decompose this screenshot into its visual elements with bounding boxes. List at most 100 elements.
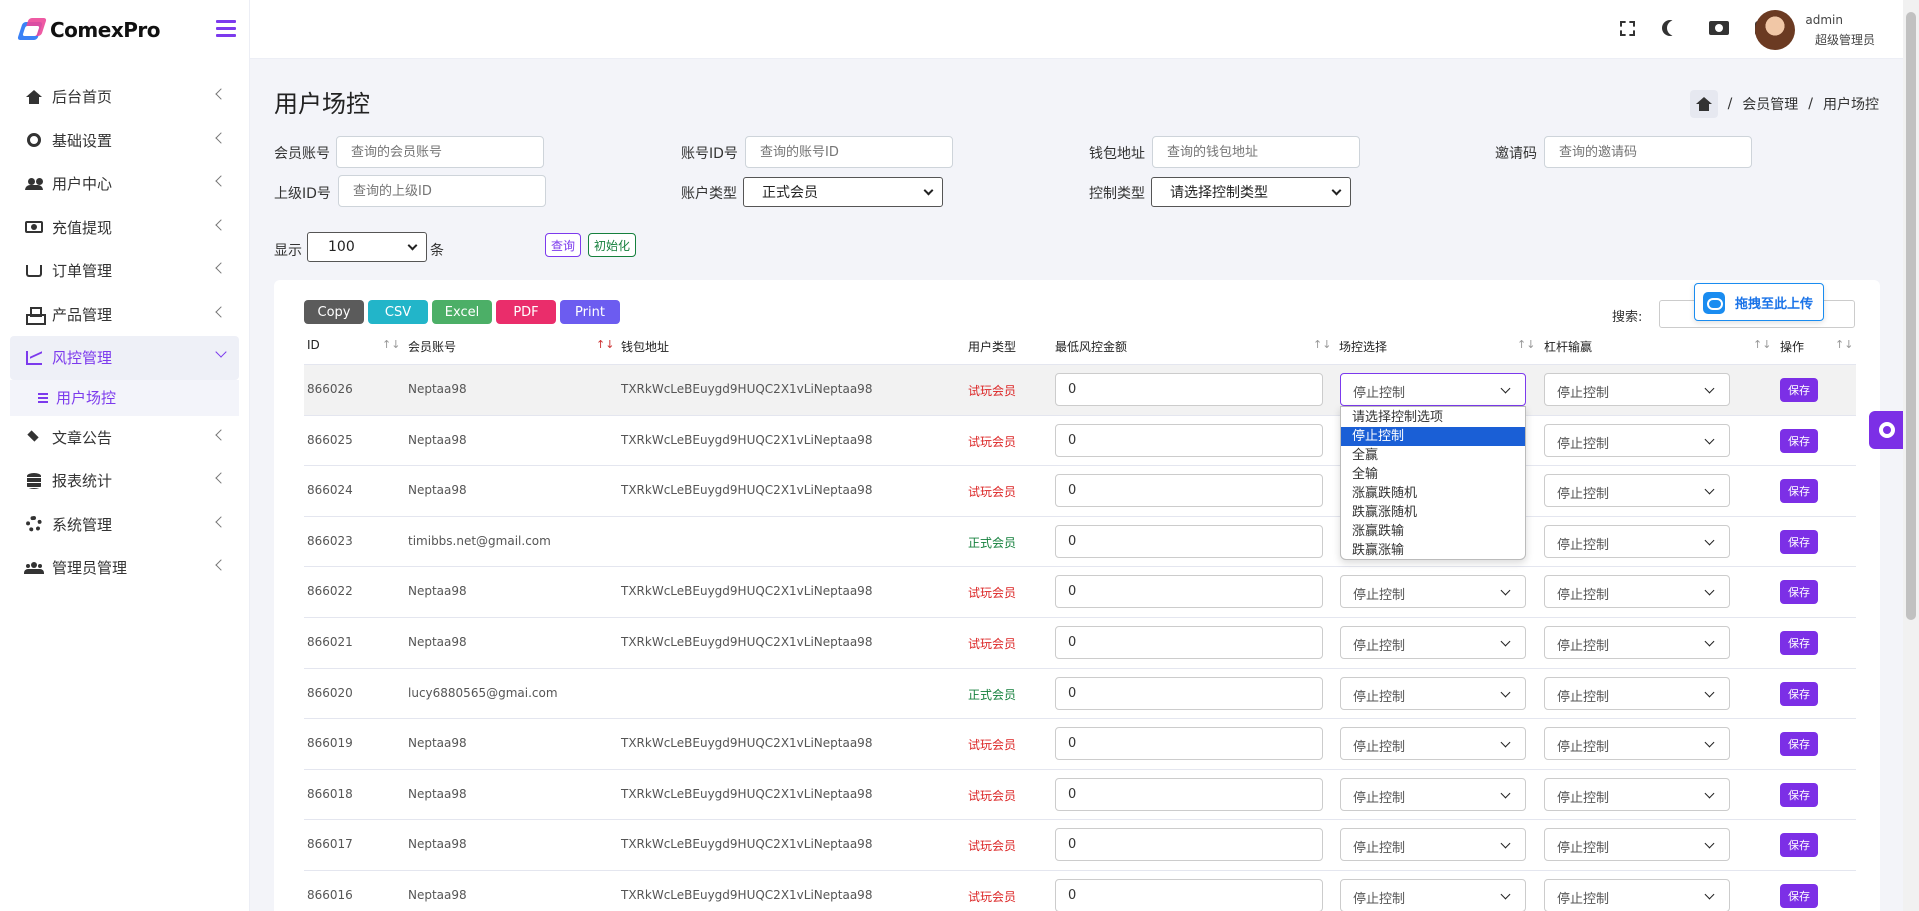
leverage-select[interactable]: 停止控制 — [1544, 828, 1730, 862]
control-select[interactable]: 停止控制 — [1340, 373, 1526, 406]
sidebar-item-articles[interactable]: 文章公告 — [0, 416, 249, 460]
min-amount-input[interactable]: 0 — [1055, 575, 1323, 609]
dropdown-option[interactable]: 跌赢涨随机 — [1341, 503, 1525, 522]
control-select[interactable]: 停止控制 — [1340, 727, 1526, 761]
control-select[interactable]: 停止控制 — [1340, 575, 1526, 609]
sidebar-item-user-center[interactable]: 用户中心 — [0, 162, 249, 206]
reset-button[interactable]: 初始化 — [588, 233, 637, 257]
save-button[interactable]: 保存 — [1780, 884, 1818, 908]
save-button[interactable]: 保存 — [1780, 681, 1818, 706]
sidebar-subitem-user-control[interactable]: 用户场控 — [10, 379, 239, 416]
min-amount-input[interactable]: 0 — [1055, 524, 1323, 558]
column-header-leverage[interactable]: 杠杆输赢 — [1544, 338, 1592, 355]
leverage-select[interactable]: 停止控制 — [1544, 879, 1730, 911]
account-id-input[interactable] — [745, 136, 953, 168]
upload-button[interactable]: 拖拽至此上传 — [1694, 283, 1824, 321]
member-account-input[interactable] — [336, 136, 544, 168]
control-type-select[interactable]: 请选择控制类型 — [1151, 177, 1351, 207]
leverage-select[interactable]: 停止控制 — [1544, 373, 1730, 406]
column-header-control[interactable]: 场控选择 — [1339, 338, 1387, 355]
column-header-id[interactable]: ID — [307, 338, 320, 352]
leverage-select[interactable]: 停止控制 — [1544, 524, 1730, 558]
page-size-select[interactable]: 100 — [307, 232, 427, 262]
save-button[interactable]: 保存 — [1780, 428, 1818, 453]
leverage-select[interactable]: 停止控制 — [1544, 626, 1730, 659]
sidebar-item-dashboard[interactable]: 后台首页 — [0, 75, 249, 119]
min-amount-input[interactable]: 0 — [1055, 676, 1323, 710]
control-select[interactable]: 停止控制 — [1340, 676, 1526, 710]
save-button[interactable]: 保存 — [1780, 529, 1818, 554]
dropdown-option-selected[interactable]: 停止控制 — [1341, 427, 1525, 446]
min-amount-input[interactable]: 0 — [1055, 626, 1323, 659]
settings-button[interactable] — [1869, 411, 1905, 449]
wallet-input[interactable] — [1152, 136, 1360, 168]
min-amount-input[interactable]: 0 — [1055, 879, 1323, 911]
dark-mode-icon[interactable] — [1667, 20, 1683, 36]
scrollbar-thumb[interactable] — [1906, 12, 1916, 620]
dropdown-option[interactable]: 全赢 — [1341, 446, 1525, 465]
column-header-min-amount[interactable]: 最低风控金额 — [1055, 338, 1127, 355]
leverage-select[interactable]: 停止控制 — [1544, 575, 1730, 609]
sort-icon[interactable]: ↑↓ — [1313, 338, 1331, 351]
save-button[interactable]: 保存 — [1780, 378, 1818, 402]
sort-icon[interactable]: ↑↓ — [1517, 338, 1535, 351]
sidebar-item-system[interactable]: 系统管理 — [0, 503, 249, 547]
min-amount-input[interactable]: 0 — [1055, 373, 1323, 406]
leverage-select[interactable]: 停止控制 — [1544, 777, 1730, 811]
logo[interactable]: ComexPro — [0, 0, 249, 59]
save-button[interactable]: 保存 — [1780, 782, 1818, 807]
sidebar-item-orders[interactable]: 订单管理 — [0, 249, 249, 293]
excel-button[interactable]: Excel — [432, 300, 492, 324]
leverage-select[interactable]: 停止控制 — [1544, 474, 1730, 508]
save-button[interactable]: 保存 — [1780, 732, 1818, 757]
sidebar-item-admins[interactable]: 管理员管理 — [0, 546, 249, 590]
min-amount-input[interactable]: 0 — [1055, 777, 1323, 811]
sidebar-item-risk-control[interactable]: 风控管理 — [10, 336, 239, 380]
account-type-select[interactable]: 正式会员 — [743, 177, 943, 207]
column-header-user-type[interactable]: 用户类型 — [968, 338, 1016, 355]
control-select[interactable]: 停止控制 — [1340, 828, 1526, 862]
csv-button[interactable]: CSV — [368, 300, 428, 324]
breadcrumb-item[interactable]: 会员管理 — [1742, 94, 1798, 114]
print-button[interactable]: Print — [560, 300, 620, 324]
sidebar-item-deposit-withdraw[interactable]: 充值提现 — [0, 206, 249, 250]
home-icon[interactable] — [1689, 90, 1718, 118]
save-button[interactable]: 保存 — [1780, 479, 1818, 504]
sidebar-item-products[interactable]: 产品管理 — [0, 293, 249, 337]
save-button[interactable]: 保存 — [1780, 833, 1818, 858]
pdf-button[interactable]: PDF — [496, 300, 556, 324]
leverage-select[interactable]: 停止控制 — [1544, 727, 1730, 761]
fullscreen-icon[interactable] — [1620, 20, 1635, 36]
dropdown-option[interactable]: 涨赢跌输 — [1341, 522, 1525, 541]
control-select[interactable]: 停止控制 — [1340, 626, 1526, 659]
sidebar-item-reports[interactable]: 报表统计 — [0, 459, 249, 503]
sort-icon[interactable]: ↑↓ — [1835, 338, 1853, 351]
dropdown-option[interactable]: 跌赢涨输 — [1341, 541, 1525, 560]
user-name[interactable]: admin — [1805, 13, 1843, 27]
sort-icon[interactable]: ↑↓ — [1753, 338, 1771, 351]
menu-toggle-icon[interactable] — [216, 20, 236, 38]
query-button[interactable]: 查询 — [545, 233, 582, 257]
min-amount-input[interactable]: 0 — [1055, 423, 1323, 457]
sort-icon[interactable]: ↑↓ — [382, 338, 400, 351]
control-select[interactable]: 停止控制 — [1340, 879, 1526, 911]
sidebar-item-basic-settings[interactable]: 基础设置 — [0, 119, 249, 163]
avatar[interactable] — [1755, 10, 1795, 50]
min-amount-input[interactable]: 0 — [1055, 474, 1323, 508]
copy-button[interactable]: Copy — [304, 300, 364, 324]
dropdown-option[interactable]: 请选择控制选项 — [1341, 408, 1525, 427]
dropdown-option[interactable]: 涨赢跌随机 — [1341, 484, 1525, 503]
control-select[interactable]: 停止控制 — [1340, 777, 1526, 811]
column-header-account[interactable]: 会员账号 — [408, 338, 456, 355]
dropdown-option[interactable]: 全输 — [1341, 465, 1525, 484]
leverage-select[interactable]: 停止控制 — [1544, 676, 1730, 710]
cash-icon[interactable] — [1709, 21, 1729, 35]
sort-icon[interactable]: ↑↓ — [596, 338, 614, 351]
save-button[interactable]: 保存 — [1780, 631, 1818, 655]
min-amount-input[interactable]: 0 — [1055, 727, 1323, 761]
invite-input[interactable] — [1544, 136, 1752, 168]
column-header-wallet[interactable]: 钱包地址 — [621, 338, 669, 355]
parent-id-input[interactable] — [338, 175, 546, 207]
save-button[interactable]: 保存 — [1780, 580, 1818, 605]
min-amount-input[interactable]: 0 — [1055, 828, 1323, 862]
